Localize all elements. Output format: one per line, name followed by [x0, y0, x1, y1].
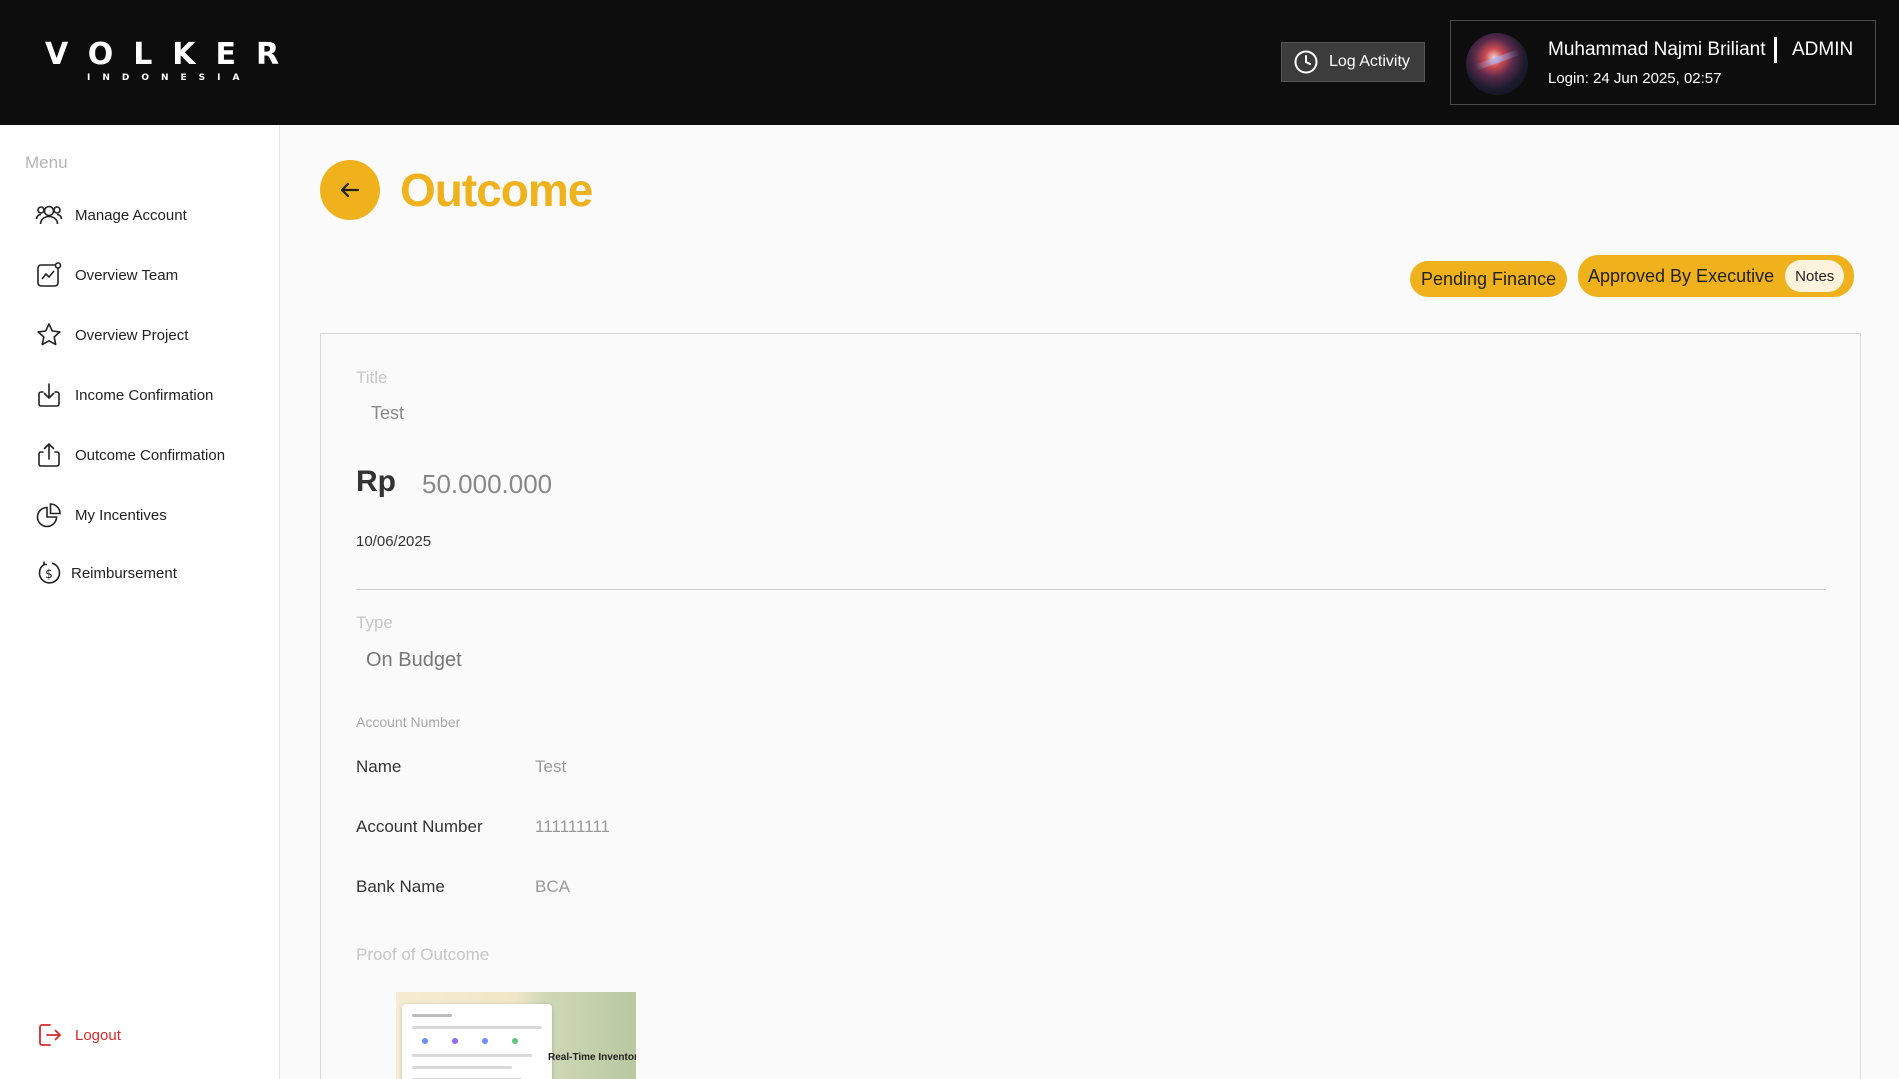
- user-login-time: Login: 24 Jun 2025, 02:57: [1548, 70, 1722, 87]
- proof-label: Proof of Outcome: [356, 945, 490, 964]
- title-label: Title: [356, 368, 388, 387]
- download-tray-icon: [35, 381, 63, 409]
- sidebar-item-label: Income Confirmation: [75, 386, 214, 404]
- outcome-date: 10/06/2025: [356, 533, 432, 550]
- arrow-left-icon: [337, 177, 363, 203]
- sidebar-item-overview-team[interactable]: Overview Team: [35, 258, 178, 292]
- sidebar-item-label: My Incentives: [75, 506, 167, 524]
- top-header: VOLKER INDONESIA Log Activity Muhammad N…: [0, 0, 1899, 125]
- avatar: [1466, 33, 1528, 95]
- back-button[interactable]: [320, 160, 380, 220]
- notes-button[interactable]: Notes: [1785, 260, 1845, 292]
- bank-name-label: Bank Name: [356, 877, 445, 896]
- sidebar: Menu Manage Account Overview Team Overvi…: [0, 125, 280, 1079]
- divider: [356, 589, 1826, 590]
- sidebar-item-manage-account[interactable]: Manage Account: [35, 198, 187, 232]
- page-title: Outcome: [400, 164, 593, 216]
- account-number-value: 111111111: [535, 817, 610, 836]
- sidebar-item-label: Reimbursement: [71, 564, 177, 582]
- outcome-detail-card: Title Test Rp 50.000.000 10/06/2025 Type…: [320, 333, 1861, 1079]
- clock-icon: [1293, 49, 1319, 75]
- proof-caption: Real-Time Inventory: [548, 1052, 636, 1063]
- logout-icon: [35, 1021, 63, 1049]
- amount-value: 50.000.000: [422, 469, 553, 499]
- user-role: ADMIN: [1792, 39, 1854, 60]
- currency-label: Rp: [356, 465, 396, 498]
- title-value: Test: [371, 403, 405, 423]
- sidebar-item-reimbursement[interactable]: $ Reimbursement: [35, 556, 177, 590]
- user-profile-card[interactable]: Muhammad Najmi Briliant ADMIN Login: 24 …: [1450, 20, 1876, 105]
- sidebar-item-outcome-confirmation[interactable]: Outcome Confirmation: [35, 438, 225, 472]
- logo-text: VOLKER: [45, 37, 300, 72]
- user-divider: [1774, 37, 1777, 63]
- status-badge-pending: Pending Finance: [1410, 261, 1568, 297]
- name-label: Name: [356, 757, 402, 776]
- dollar-coin-icon: $: [35, 559, 63, 587]
- sidebar-item-income-confirmation[interactable]: Income Confirmation: [35, 378, 213, 412]
- status-badge-approved: Approved By Executive Notes: [1578, 255, 1855, 297]
- proof-screenshot-thumbnail: [402, 1004, 552, 1079]
- user-name: Muhammad Najmi Briliant: [1548, 39, 1766, 60]
- proof-of-outcome-image[interactable]: Real-Time Inventory: [396, 992, 636, 1079]
- menu-label: Menu: [25, 153, 68, 172]
- chart-trend-icon: [35, 261, 63, 289]
- account-number-label: Account Number: [356, 817, 483, 836]
- sidebar-item-my-incentives[interactable]: My Incentives: [35, 498, 167, 532]
- sidebar-item-label: Overview Team: [75, 266, 179, 284]
- sidebar-item-label: Outcome Confirmation: [75, 446, 226, 464]
- volker-logo[interactable]: VOLKER INDONESIA: [45, 37, 300, 84]
- logout-label: Logout: [75, 1026, 121, 1044]
- log-activity-button[interactable]: Log Activity: [1281, 42, 1425, 82]
- sidebar-item-label: Manage Account: [75, 206, 187, 224]
- type-label: Type: [356, 613, 393, 632]
- star-icon: [35, 321, 63, 349]
- type-value: On Budget: [366, 649, 462, 671]
- upload-tray-icon: [35, 441, 63, 469]
- sidebar-item-overview-project[interactable]: Overview Project: [35, 318, 188, 352]
- sidebar-item-label: Overview Project: [75, 326, 189, 344]
- logout-button[interactable]: Logout: [35, 1018, 121, 1052]
- name-value: Test: [535, 757, 567, 776]
- pie-chart-icon: [35, 501, 63, 529]
- users-icon: [35, 201, 63, 229]
- account-section-label: Account Number: [356, 714, 461, 730]
- svg-text:$: $: [45, 567, 53, 581]
- logo-subtext: INDONESIA: [87, 73, 252, 83]
- bank-name-value: BCA: [535, 877, 570, 896]
- log-activity-label: Log Activity: [1329, 53, 1410, 70]
- status-approved-label: Approved By Executive: [1588, 265, 1775, 286]
